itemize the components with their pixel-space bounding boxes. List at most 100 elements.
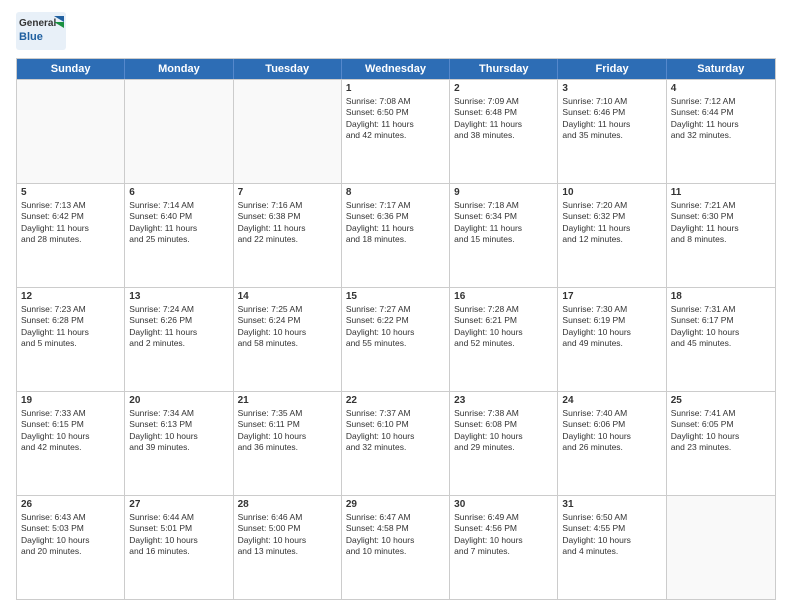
cell-line: and 5 minutes. — [21, 338, 120, 349]
day-number: 8 — [346, 187, 445, 198]
calendar-day-29: 29Sunrise: 6:47 AMSunset: 4:58 PMDayligh… — [342, 496, 450, 599]
cell-line: Sunrise: 6:50 AM — [562, 512, 661, 523]
day-number: 31 — [562, 499, 661, 510]
cell-line: Sunrise: 7:34 AM — [129, 408, 228, 419]
calendar-day-15: 15Sunrise: 7:27 AMSunset: 6:22 PMDayligh… — [342, 288, 450, 391]
calendar-day-3: 3Sunrise: 7:10 AMSunset: 6:46 PMDaylight… — [558, 80, 666, 183]
page: General Blue SundayMondayTuesdayWednesda… — [0, 0, 792, 612]
cell-line: Sunset: 6:42 PM — [21, 211, 120, 222]
calendar-day-5: 5Sunrise: 7:13 AMSunset: 6:42 PMDaylight… — [17, 184, 125, 287]
cell-line: Sunset: 6:50 PM — [346, 107, 445, 118]
cell-line: Sunset: 4:58 PM — [346, 523, 445, 534]
cell-line: Sunset: 6:21 PM — [454, 315, 553, 326]
calendar-row-5: 26Sunrise: 6:43 AMSunset: 5:03 PMDayligh… — [17, 495, 775, 599]
day-number: 27 — [129, 499, 228, 510]
cell-line: Sunrise: 6:46 AM — [238, 512, 337, 523]
calendar-day-22: 22Sunrise: 7:37 AMSunset: 6:10 PMDayligh… — [342, 392, 450, 495]
cell-line: Daylight: 10 hours — [562, 535, 661, 546]
cell-line: Sunset: 6:24 PM — [238, 315, 337, 326]
cell-line: Sunset: 4:55 PM — [562, 523, 661, 534]
cell-line: Sunrise: 7:31 AM — [671, 304, 771, 315]
day-number: 1 — [346, 83, 445, 94]
day-number: 11 — [671, 187, 771, 198]
weekday-header-friday: Friday — [558, 59, 666, 79]
cell-line: Daylight: 11 hours — [671, 223, 771, 234]
cell-line: and 42 minutes. — [346, 130, 445, 141]
cell-line: Daylight: 10 hours — [238, 327, 337, 338]
calendar-day-24: 24Sunrise: 7:40 AMSunset: 6:06 PMDayligh… — [558, 392, 666, 495]
calendar-day-1: 1Sunrise: 7:08 AMSunset: 6:50 PMDaylight… — [342, 80, 450, 183]
cell-line: and 13 minutes. — [238, 546, 337, 557]
calendar-day-30: 30Sunrise: 6:49 AMSunset: 4:56 PMDayligh… — [450, 496, 558, 599]
cell-line: and 4 minutes. — [562, 546, 661, 557]
cell-line: Daylight: 10 hours — [562, 431, 661, 442]
calendar-day-20: 20Sunrise: 7:34 AMSunset: 6:13 PMDayligh… — [125, 392, 233, 495]
cell-line: Sunset: 6:05 PM — [671, 419, 771, 430]
day-number: 13 — [129, 291, 228, 302]
calendar-day-10: 10Sunrise: 7:20 AMSunset: 6:32 PMDayligh… — [558, 184, 666, 287]
cell-line: and 49 minutes. — [562, 338, 661, 349]
cell-line: and 10 minutes. — [346, 546, 445, 557]
calendar-day-4: 4Sunrise: 7:12 AMSunset: 6:44 PMDaylight… — [667, 80, 775, 183]
svg-text:Blue: Blue — [19, 31, 43, 43]
cell-line: Daylight: 10 hours — [346, 431, 445, 442]
day-number: 5 — [21, 187, 120, 198]
cell-line: Sunset: 6:30 PM — [671, 211, 771, 222]
day-number: 17 — [562, 291, 661, 302]
calendar-day-14: 14 Sunrise: 7:25 AMSunset: 6:24 PMDayligh… — [234, 288, 342, 391]
cell-line: Sunrise: 6:44 AM — [129, 512, 228, 523]
header: General Blue — [16, 12, 776, 50]
day-number: 29 — [346, 499, 445, 510]
cell-line: Daylight: 11 hours — [454, 119, 553, 130]
cell-line: Sunset: 4:56 PM — [454, 523, 553, 534]
cell-line: Sunrise: 7:35 AM — [238, 408, 337, 419]
cell-line: Sunrise: 7:41 AM — [671, 408, 771, 419]
day-number: 24 — [562, 395, 661, 406]
calendar-day-empty — [234, 80, 342, 183]
day-number: 14 — [238, 291, 337, 302]
weekday-header-wednesday: Wednesday — [342, 59, 450, 79]
calendar-header-row: SundayMondayTuesdayWednesdayThursdayFrid… — [17, 59, 775, 79]
day-number: 4 — [671, 83, 771, 94]
cell-line: Sunrise: 7:10 AM — [562, 96, 661, 107]
cell-line: Sunrise: 7:17 AM — [346, 200, 445, 211]
cell-line: Sunset: 6:38 PM — [238, 211, 337, 222]
cell-line: Sunset: 5:01 PM — [129, 523, 228, 534]
cell-line: Daylight: 10 hours — [346, 327, 445, 338]
day-number: 20 — [129, 395, 228, 406]
cell-line: Sunrise: 7:33 AM — [21, 408, 120, 419]
day-number: 3 — [562, 83, 661, 94]
cell-line: Daylight: 11 hours — [21, 327, 120, 338]
cell-line: and 39 minutes. — [129, 442, 228, 453]
calendar-day-9: 9Sunrise: 7:18 AMSunset: 6:34 PMDaylight… — [450, 184, 558, 287]
cell-line: Sunrise: 7:18 AM — [454, 200, 553, 211]
day-number: 7 — [238, 187, 337, 198]
cell-line: and 28 minutes. — [21, 234, 120, 245]
logo-svg: General Blue — [16, 12, 66, 50]
cell-line: Daylight: 11 hours — [562, 223, 661, 234]
weekday-header-thursday: Thursday — [450, 59, 558, 79]
cell-line: Daylight: 10 hours — [129, 535, 228, 546]
cell-line: and 25 minutes. — [129, 234, 228, 245]
cell-line: Sunset: 6:46 PM — [562, 107, 661, 118]
cell-line: and 42 minutes. — [21, 442, 120, 453]
cell-line: Sunset: 6:34 PM — [454, 211, 553, 222]
calendar-day-8: 8Sunrise: 7:17 AMSunset: 6:36 PMDaylight… — [342, 184, 450, 287]
weekday-header-saturday: Saturday — [667, 59, 775, 79]
calendar-day-7: 7Sunrise: 7:16 AMSunset: 6:38 PMDaylight… — [234, 184, 342, 287]
cell-line: Sunset: 6:28 PM — [21, 315, 120, 326]
cell-line: Sunrise: 7:30 AM — [562, 304, 661, 315]
weekday-header-tuesday: Tuesday — [234, 59, 342, 79]
cell-line: Sunrise: 7:25 AM — [238, 304, 337, 315]
calendar-day-31: 31 Sunrise: 6:50 AMSunset: 4:55 PMDayligh… — [558, 496, 666, 599]
cell-line: Sunset: 6:08 PM — [454, 419, 553, 430]
cell-line: Sunrise: 7:28 AM — [454, 304, 553, 315]
cell-line: Sunset: 6:19 PM — [562, 315, 661, 326]
cell-line: Daylight: 10 hours — [562, 327, 661, 338]
calendar-day-21: 21Sunrise: 7:35 AMSunset: 6:11 PMDayligh… — [234, 392, 342, 495]
cell-line: Sunset: 5:00 PM — [238, 523, 337, 534]
cell-line: Sunrise: 7:13 AM — [21, 200, 120, 211]
day-number: 26 — [21, 499, 120, 510]
calendar-day-26: 26Sunrise: 6:43 AMSunset: 5:03 PMDayligh… — [17, 496, 125, 599]
calendar-day-16: 16Sunrise: 7:28 AMSunset: 6:21 PMDayligh… — [450, 288, 558, 391]
